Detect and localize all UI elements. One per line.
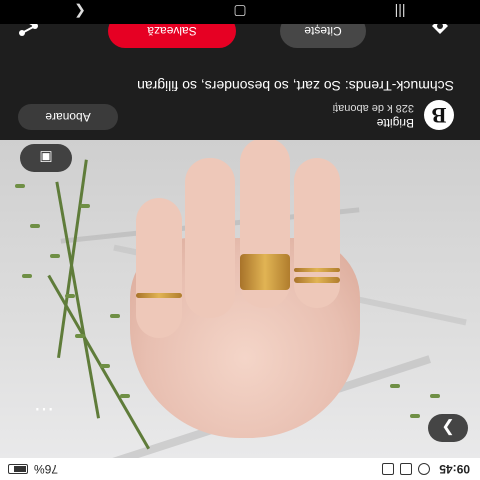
screen: 09:45 76% ❯ ⋯ ▣ B Brigitte 328 k de abon…	[0, 0, 480, 480]
back-icon[interactable]: ❮	[60, 4, 100, 21]
finger	[136, 198, 182, 338]
message-icon	[382, 463, 394, 475]
follower-count: 328 k de abonați	[332, 102, 414, 114]
system-nav-bar: ||| ▢ ❮	[0, 0, 480, 24]
author-name[interactable]: Brigitte	[377, 116, 414, 130]
ring	[294, 268, 340, 272]
alarm-icon	[418, 463, 430, 475]
battery-icon	[8, 464, 28, 474]
finger	[294, 158, 340, 308]
ring	[294, 277, 340, 283]
finger	[185, 158, 235, 318]
ring	[240, 254, 290, 290]
battery-label: 76%	[34, 462, 59, 476]
recent-apps-icon[interactable]: |||	[380, 4, 420, 20]
home-icon[interactable]: ▢	[220, 4, 260, 21]
next-image-button[interactable]: ❯	[428, 414, 468, 442]
pin-title: Schmuck-Trends: So zart, so besonders, s…	[137, 78, 454, 94]
status-icons	[382, 463, 430, 475]
lens-icon: ▣	[39, 150, 53, 167]
chevron-right-icon: ❯	[441, 419, 455, 436]
pin-image[interactable]: ❯ ⋯ ▣	[0, 140, 480, 458]
follow-button[interactable]: Abonare	[18, 104, 118, 130]
more-icon[interactable]: ⋯	[33, 397, 54, 422]
avatar[interactable]: B	[424, 100, 454, 130]
ring	[136, 293, 182, 298]
visual-search-button[interactable]: ▣	[20, 144, 72, 172]
image-icon	[400, 463, 412, 475]
status-right: 76%	[8, 462, 58, 476]
status-bar: 09:45 76%	[0, 458, 480, 480]
status-time: 09:45	[439, 462, 470, 476]
